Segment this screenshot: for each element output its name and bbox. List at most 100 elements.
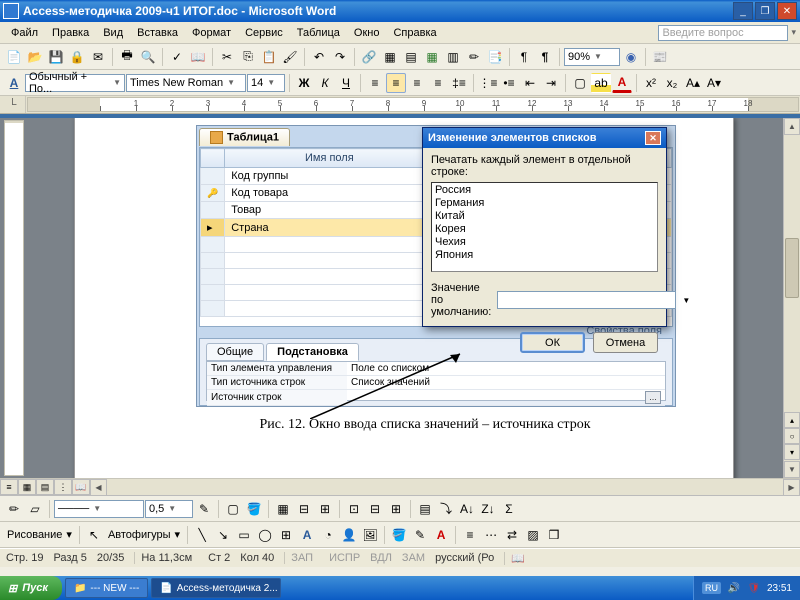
start-button[interactable]: ⊞ Пуск xyxy=(0,576,62,600)
tray-shield-icon[interactable]: 🛡 xyxy=(747,581,761,595)
permission-icon[interactable]: 🔒 xyxy=(67,47,87,67)
shading-color-icon[interactable]: 🪣 xyxy=(244,499,264,519)
copy-icon[interactable]: ⎘ xyxy=(238,47,258,67)
ruler-vertical[interactable] xyxy=(4,120,24,476)
document-map-icon[interactable]: 📑 xyxy=(485,47,505,67)
clock[interactable]: 23:51 xyxy=(767,583,792,594)
insert-picture-icon[interactable]: 🖼 xyxy=(360,525,380,545)
hyperlink-icon[interactable]: 🔗 xyxy=(359,47,379,67)
dialog-close-icon[interactable]: ✕ xyxy=(645,131,661,145)
builder-button-icon[interactable]: … xyxy=(645,391,661,404)
menu-help[interactable]: Справка xyxy=(386,26,443,40)
rectangle-icon[interactable]: ▭ xyxy=(234,525,254,545)
menu-view[interactable]: Вид xyxy=(96,26,130,40)
scroll-left-icon[interactable]: ◀ xyxy=(90,479,107,496)
status-ext[interactable]: ВДЛ xyxy=(370,552,392,564)
bullets-icon[interactable]: •≡ xyxy=(499,73,519,93)
line-icon[interactable]: ╲ xyxy=(192,525,212,545)
shrink-font-icon[interactable]: A▾ xyxy=(704,73,724,93)
grow-font-icon[interactable]: A▴ xyxy=(683,73,703,93)
fill-color-icon[interactable]: 🪣 xyxy=(389,525,409,545)
tables-borders-icon[interactable]: ▦ xyxy=(380,47,400,67)
default-dropdown-icon[interactable]: ▼ xyxy=(682,296,690,305)
scroll-down-icon[interactable]: ▼ xyxy=(784,461,800,478)
menu-window[interactable]: Окно xyxy=(347,26,387,40)
select-objects-icon[interactable]: ↖ xyxy=(84,525,104,545)
maximize-button[interactable]: ❐ xyxy=(755,2,775,20)
styles-pane-icon[interactable]: А xyxy=(4,73,24,93)
minimize-button[interactable]: _ xyxy=(733,2,753,20)
prop-row[interactable]: Тип элемента управленияПоле со списком xyxy=(207,362,665,376)
view-normal-icon[interactable]: ≡ xyxy=(0,479,18,495)
email-icon[interactable]: ✉ xyxy=(88,47,108,67)
columns-icon[interactable]: ▥ xyxy=(443,47,463,67)
menu-tools[interactable]: Сервис xyxy=(238,26,290,40)
menu-file[interactable]: Файл xyxy=(4,26,45,40)
eraser-icon[interactable]: ▱ xyxy=(25,499,45,519)
font-combo[interactable]: Times New Roman▼ xyxy=(126,74,246,92)
ruler-horizontal[interactable]: └ 123456789101112131415161718 xyxy=(0,96,800,114)
3d-icon[interactable]: ❒ xyxy=(544,525,564,545)
zoom-combo[interactable]: 90%▼ xyxy=(564,48,620,66)
distribute-cols-icon[interactable]: ⊞ xyxy=(386,499,406,519)
paragraph-mark-icon[interactable]: ¶ xyxy=(535,47,555,67)
h-scroll-track[interactable] xyxy=(107,479,783,495)
status-rec[interactable]: ЗАП xyxy=(284,552,319,564)
print-preview-icon[interactable]: 🔍 xyxy=(138,47,158,67)
borders-icon[interactable]: ▢ xyxy=(570,73,590,93)
subscript-icon[interactable]: x₂ xyxy=(662,73,682,93)
column-field-name[interactable]: Имя поля xyxy=(225,149,434,168)
ruler-corner-icon[interactable]: └ xyxy=(0,96,26,113)
close-button[interactable]: ✕ xyxy=(777,2,797,20)
tab-general[interactable]: Общие xyxy=(206,343,264,361)
status-fix[interactable]: ИСПР xyxy=(329,552,360,564)
menubar-chevron-icon[interactable]: ▾ xyxy=(791,27,796,38)
scroll-up-icon[interactable]: ▲ xyxy=(784,118,800,135)
decrease-indent-icon[interactable]: ⇤ xyxy=(520,73,540,93)
menu-format[interactable]: Формат xyxy=(185,26,238,40)
status-spellcheck-icon[interactable]: 📖 xyxy=(504,552,531,565)
taskbar-item[interactable]: 📁 --- NEW --- xyxy=(65,578,148,598)
line-weight-combo[interactable]: 0,5▼ xyxy=(145,500,193,518)
prop-row[interactable]: Источник строк… xyxy=(207,390,665,406)
cut-icon[interactable]: ✂ xyxy=(217,47,237,67)
arrow-icon[interactable]: ↘ xyxy=(213,525,233,545)
show-formatting-icon[interactable]: ¶ xyxy=(514,47,534,67)
list-items-textarea[interactable]: Россия Германия Китай Корея Чехия Япония xyxy=(431,182,658,272)
align-left-icon[interactable]: ≡ xyxy=(365,73,385,93)
merge-cells-icon[interactable]: ⊟ xyxy=(294,499,314,519)
view-outline-icon[interactable]: ⋮ xyxy=(54,479,72,495)
format-painter-icon[interactable]: 🖌 xyxy=(280,47,300,67)
align-justify-icon[interactable]: ≡ xyxy=(428,73,448,93)
border-color-icon[interactable]: ✎ xyxy=(194,499,214,519)
clipart-icon[interactable]: 👤 xyxy=(339,525,359,545)
font-color-icon[interactable]: А xyxy=(612,73,632,93)
cancel-button[interactable]: Отмена xyxy=(593,332,658,353)
line-spacing-icon[interactable]: ‡≡ xyxy=(449,73,469,93)
access-table-tab[interactable]: Таблица1 xyxy=(199,128,290,146)
numbering-icon[interactable]: ⋮≡ xyxy=(478,73,498,93)
split-cells-icon[interactable]: ⊞ xyxy=(315,499,335,519)
table-autoformat-icon[interactable]: ▤ xyxy=(415,499,435,519)
browse-next-icon[interactable]: ▾ xyxy=(784,444,800,460)
paste-icon[interactable]: 📋 xyxy=(259,47,279,67)
line-color-icon[interactable]: ✎ xyxy=(410,525,430,545)
distribute-rows-icon[interactable]: ⊟ xyxy=(365,499,385,519)
read-mode-icon[interactable]: 📰 xyxy=(650,47,670,67)
help-icon[interactable]: ◉ xyxy=(621,47,641,67)
browse-prev-icon[interactable]: ▴ xyxy=(784,412,800,428)
sort-desc-icon[interactable]: Z↓ xyxy=(478,499,498,519)
status-lang[interactable]: русский (Ро xyxy=(435,552,494,564)
bold-icon[interactable]: Ж xyxy=(294,73,314,93)
prop-row[interactable]: Тип источника строкСписок значений xyxy=(207,376,665,390)
italic-icon[interactable]: К xyxy=(315,73,335,93)
underline-icon[interactable]: Ч xyxy=(336,73,356,93)
view-reading-icon[interactable]: 📖 xyxy=(72,479,90,495)
tray-icon[interactable]: 🔊 xyxy=(727,581,741,595)
align-right-icon[interactable]: ≡ xyxy=(407,73,427,93)
help-search-input[interactable]: Введите вопрос xyxy=(658,25,788,41)
taskbar-item-active[interactable]: 📄 Access-методичка 2... xyxy=(151,578,281,598)
view-web-icon[interactable]: ▦ xyxy=(18,479,36,495)
increase-indent-icon[interactable]: ⇥ xyxy=(541,73,561,93)
style-combo[interactable]: Обычный + По...▼ xyxy=(25,74,125,92)
